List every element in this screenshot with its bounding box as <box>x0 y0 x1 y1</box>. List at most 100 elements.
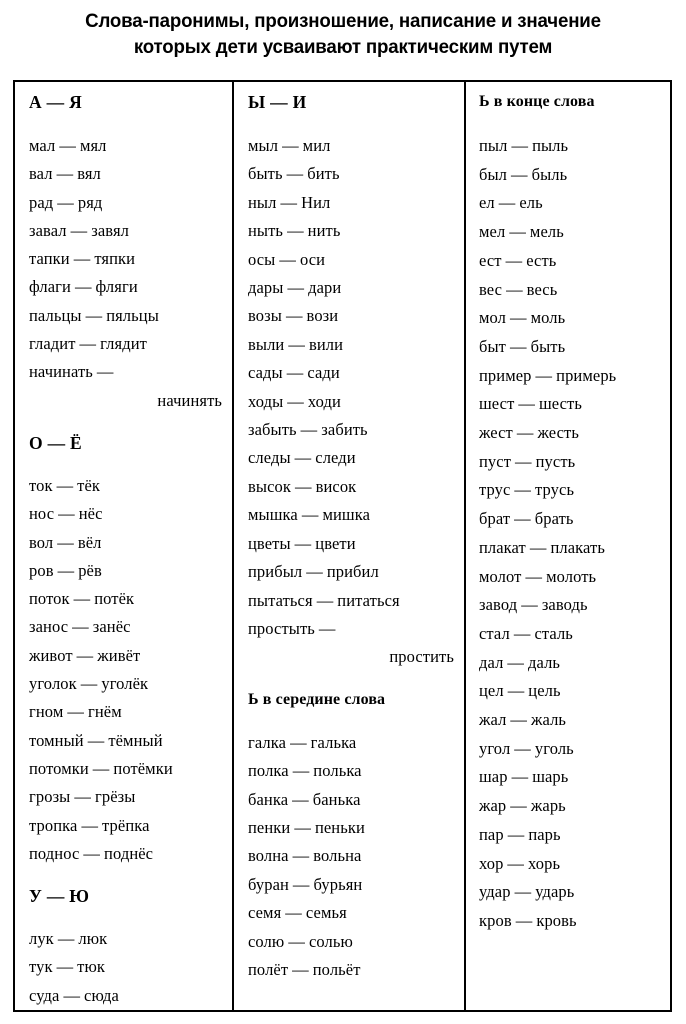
word-left: тук <box>29 957 53 977</box>
pair-dash: — <box>292 959 309 979</box>
pair-dash: — <box>294 448 312 468</box>
word-pair: сады — сади <box>248 359 458 387</box>
word-right: простить <box>389 647 454 667</box>
word-left: сады <box>248 363 283 383</box>
word-left: банка <box>248 789 289 809</box>
word-right: нёс <box>78 504 103 524</box>
table-column-a-ya: А — Ямал — мял вал — вял рад — ряд завал — завял тап… <box>15 82 234 1010</box>
section-header: Ы — И <box>248 92 307 112</box>
word-left: дал <box>479 652 504 672</box>
word-left: шар <box>479 767 508 787</box>
word-pair: гном — гнём <box>29 698 226 726</box>
pair-dash: — <box>511 136 529 155</box>
word-pair: поднос — поднёс <box>29 840 226 868</box>
word-left: жар <box>479 796 507 816</box>
word-pair: жест — жесть <box>479 419 666 448</box>
word-right: фляги <box>95 277 138 297</box>
word-left: уголок <box>29 674 77 694</box>
pair-dash: — <box>57 532 74 552</box>
word-pair: выли — вили <box>248 331 458 359</box>
word-pair: начинать — начинять <box>29 358 226 415</box>
word-pair-list: галка — галька полка — полька банка — банька пенк… <box>248 729 458 985</box>
word-pair: молот — молоть <box>479 563 666 592</box>
word-left: рад <box>29 192 54 212</box>
word-pair: грозы — грёзы <box>29 783 226 811</box>
word-right: трусь <box>535 480 575 500</box>
word-pair: галка — галька <box>248 729 458 757</box>
pair-dash: — <box>287 221 304 241</box>
word-pair: мел — мель <box>479 218 666 247</box>
pair-dash: — <box>81 815 99 835</box>
pair-dash: — <box>535 365 553 385</box>
word-right: тёмный <box>108 730 163 750</box>
word-right: питаться <box>337 590 400 610</box>
word-left: начинать <box>29 362 93 382</box>
word-pair: забыть — забить <box>248 416 458 444</box>
pair-dash: — <box>288 931 305 951</box>
word-right: нить <box>307 221 341 241</box>
word-pair: высок — висок <box>248 473 458 501</box>
word-right: даль <box>528 652 561 672</box>
word-pair: лук — люк <box>29 925 226 953</box>
word-right: вёл <box>77 532 102 552</box>
word-left: галка <box>248 732 287 752</box>
word-right: уголь <box>534 738 574 758</box>
word-right: банька <box>312 789 361 809</box>
word-pair: буран — бурьян <box>248 871 458 899</box>
pair-dash: — <box>80 674 98 694</box>
word-left: буран <box>248 874 289 894</box>
word-right: мель <box>529 222 564 242</box>
word-pair: волна — вольна <box>248 842 458 870</box>
word-pair: возы — вози <box>248 302 458 330</box>
word-pair: завал — завял <box>29 217 226 245</box>
pair-dash: — <box>498 193 516 213</box>
word-right: забить <box>321 420 368 440</box>
word-right: парь <box>528 824 561 844</box>
word-left: завал <box>29 220 67 240</box>
pair-dash: — <box>514 738 531 758</box>
word-pair: мышка — мишка <box>248 501 458 529</box>
pair-dash: — <box>286 363 304 383</box>
word-pair-list: лук—люктук—тюксуда—сюдакруг—крюк <box>29 925 226 1010</box>
word-right: гнём <box>87 702 122 722</box>
word-pair: осы — оси <box>248 246 458 274</box>
section-header: У — Ю <box>29 886 90 907</box>
word-pair: брат — брать <box>479 505 666 534</box>
word-left: ныть <box>248 221 284 241</box>
pair-dash: — <box>292 846 310 866</box>
word-right: грёзы <box>94 787 136 807</box>
word-right: следи <box>315 448 356 468</box>
word-left: возы <box>248 306 282 326</box>
word-pair: ест — есть <box>479 247 666 276</box>
word-right: быть <box>530 336 566 356</box>
word-left: солю <box>248 931 285 951</box>
table-column-content: А — Ямал — мял вал — вял рад — ряд завал — завял тап… <box>15 91 232 1010</box>
word-right: сюда <box>84 985 119 1005</box>
word-left: молот <box>479 566 522 586</box>
pair-dash: — <box>85 305 103 325</box>
word-right: пыль <box>532 136 569 155</box>
pair-dash: — <box>288 334 305 354</box>
word-pair-list: мыл — мил быть — бить ныл — Нил ныть — нить осы — оси д… <box>248 132 458 672</box>
word-pair: цветы — цвети <box>248 530 458 558</box>
pair-dash: — <box>83 843 101 863</box>
word-left: ток <box>29 475 53 495</box>
word-left: стал <box>479 623 510 643</box>
word-left: ныл <box>248 192 277 212</box>
word-pair: вес — весь <box>479 276 666 305</box>
word-pair: ныл — Нил <box>248 189 458 217</box>
word-pair: рад — ряд <box>29 189 226 217</box>
pair-dash: — <box>74 277 92 297</box>
word-left: жал <box>479 710 507 730</box>
word-left: быт <box>479 336 506 356</box>
word-pair: пыл — пыль <box>479 132 666 161</box>
pair-dash: — <box>510 796 527 816</box>
pair-dash: — <box>514 480 532 500</box>
word-pair: простыть — простить <box>248 615 458 672</box>
word-pair-list: мал — мял вал — вял рад — ряд завал — завял тапки — тя… <box>29 132 226 415</box>
word-pair: тропка — трёпка <box>29 812 226 840</box>
word-right: примерь <box>556 365 617 385</box>
word-right: цель <box>528 681 561 701</box>
word-pair: ел — ель <box>479 189 666 218</box>
word-left: высок <box>248 476 291 496</box>
